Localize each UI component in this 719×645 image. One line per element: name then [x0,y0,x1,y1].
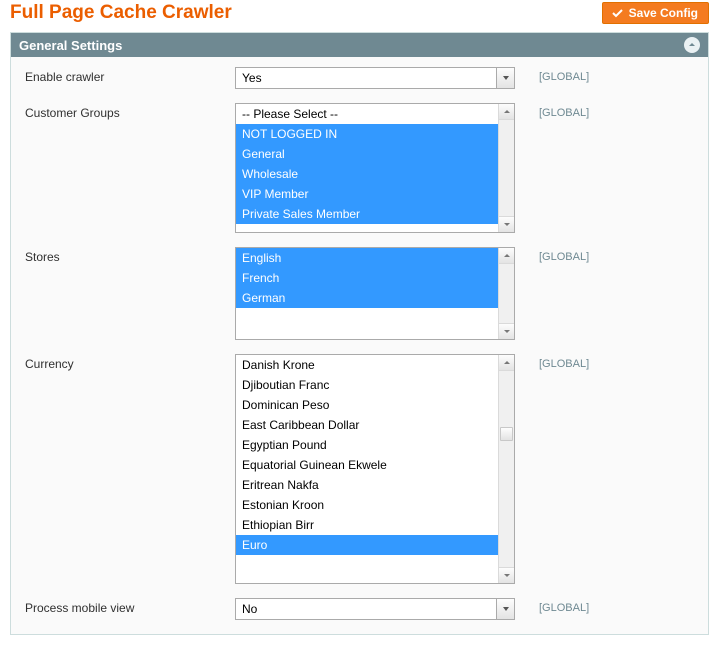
scope-label: [GLOBAL] [515,67,589,83]
list-item[interactable]: Egyptian Pound [236,435,498,455]
page-title: Full Page Cache Crawler [10,2,232,24]
scope-label: [GLOBAL] [515,103,589,119]
chevron-down-icon [496,68,514,88]
scrollbar-thumb[interactable] [500,427,513,441]
list-item[interactable]: General [236,144,498,164]
list-item[interactable]: Dominican Peso [236,395,498,415]
scrollbar[interactable] [498,104,514,232]
customer-groups-label: Customer Groups [25,103,235,120]
scope-label: [GLOBAL] [515,247,589,263]
enable-crawler-select[interactable]: Yes [235,67,515,89]
chevron-down-icon [496,599,514,619]
general-settings-panel: General Settings Enable crawler Yes [GLO… [10,32,709,635]
customer-groups-multiselect[interactable]: -- Please Select --NOT LOGGED INGeneralW… [235,103,515,233]
scroll-up-icon[interactable] [499,248,514,264]
scrollbar[interactable] [498,355,514,583]
scope-label: [GLOBAL] [515,598,589,614]
stores-label: Stores [25,247,235,264]
check-icon [611,7,624,20]
list-item[interactable]: NOT LOGGED IN [236,124,498,144]
scroll-down-icon[interactable] [499,323,514,339]
enable-crawler-label: Enable crawler [25,67,235,84]
stores-multiselect[interactable]: EnglishFrenchGerman [235,247,515,340]
list-item[interactable]: Eritrean Nakfa [236,475,498,495]
scroll-up-icon[interactable] [499,104,514,120]
process-mobile-value: No [236,599,263,619]
list-item[interactable]: Equatorial Guinean Ekwele [236,455,498,475]
panel-header[interactable]: General Settings [11,33,708,57]
list-item[interactable]: Wholesale [236,164,498,184]
panel-title: General Settings [19,38,122,53]
list-item[interactable]: Euro [236,535,498,555]
enable-crawler-value: Yes [236,68,268,88]
collapse-icon[interactable] [684,37,700,53]
scroll-down-icon[interactable] [499,567,514,583]
currency-multiselect[interactable]: Danish KroneDjiboutian FrancDominican Pe… [235,354,515,584]
list-item[interactable]: French [236,268,498,288]
process-mobile-select[interactable]: No [235,598,515,620]
scrollbar[interactable] [498,248,514,339]
list-item[interactable]: -- Please Select -- [236,104,498,124]
list-item[interactable]: Danish Krone [236,355,498,375]
list-item[interactable]: Djiboutian Franc [236,375,498,395]
list-item[interactable]: Ethiopian Birr [236,515,498,535]
scroll-up-icon[interactable] [499,355,514,371]
scroll-down-icon[interactable] [499,216,514,232]
list-item[interactable]: East Caribbean Dollar [236,415,498,435]
list-item[interactable]: Private Sales Member [236,204,498,224]
list-item[interactable]: VIP Member [236,184,498,204]
list-item[interactable]: Estonian Kroon [236,495,498,515]
save-config-label: Save Config [629,6,698,20]
save-config-button[interactable]: Save Config [602,2,709,24]
currency-label: Currency [25,354,235,371]
list-item[interactable]: German [236,288,498,308]
scope-label: [GLOBAL] [515,354,589,370]
process-mobile-label: Process mobile view [25,598,235,615]
list-item[interactable]: English [236,248,498,268]
